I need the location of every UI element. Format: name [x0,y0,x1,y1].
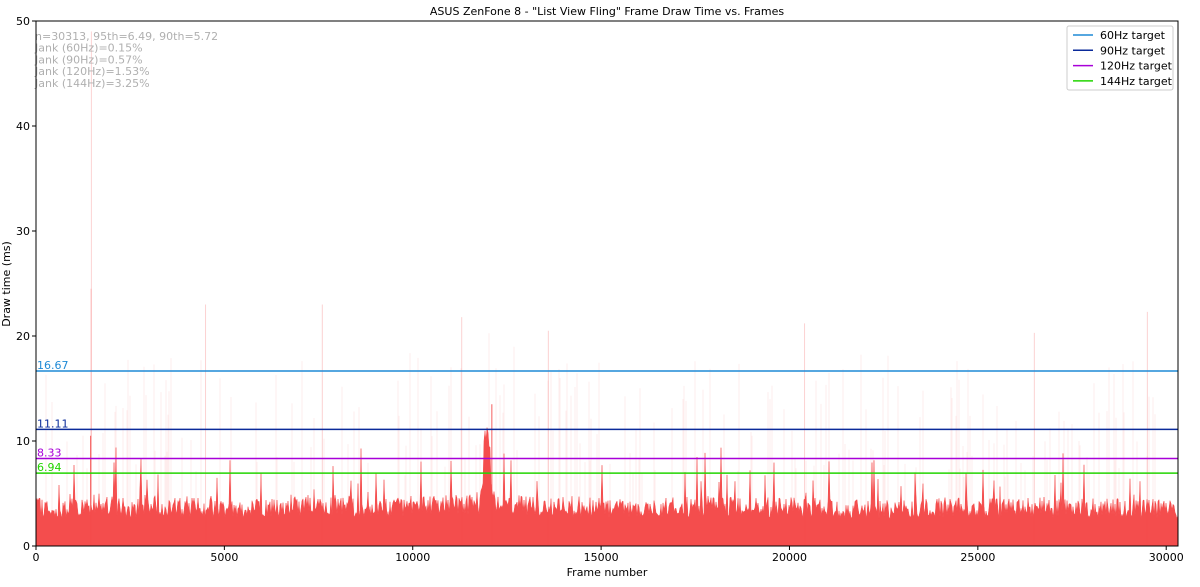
y-tick-label: 10 [16,435,30,448]
target-value-label: 11.11 [37,417,69,430]
x-tick-label: 0 [33,551,40,564]
frame-time-chart: ASUS ZenFone 8 - "List View Fling" Frame… [0,5,1184,579]
x-tick-label: 15000 [584,551,619,564]
legend-entry-label: 90Hz target [1100,44,1166,57]
legend-entry-label: 120Hz target [1100,60,1173,73]
stats-annotation: n=30313, 95th=6.49, 90th=5.72Jank (60Hz)… [34,30,218,90]
y-tick-label: 50 [16,15,30,28]
legend-entry-label: 144Hz target [1100,75,1173,88]
plot-area: 16.67 11.11 8.336.94 [35,31,1179,547]
x-tick-label: 25000 [960,551,995,564]
target-value-label: 8.33 [37,447,62,460]
x-axis-title: Frame number [567,566,648,579]
y-tick-label: 0 [23,540,30,553]
legend-entry-label: 60Hz target [1100,29,1166,42]
y-axis-title: Draw time (ms) [0,241,13,327]
y-tick-label: 20 [16,330,30,343]
target-value-label: 6.94 [37,461,62,474]
x-tick-label: 5000 [210,551,238,564]
chart-container: ASUS ZenFone 8 - "List View Fling" Frame… [0,0,1200,587]
target-value-label: 16.67 [37,359,69,372]
y-tick-label: 30 [16,225,30,238]
x-tick-label: 10000 [395,551,430,564]
y-tick-label: 40 [16,120,30,133]
x-tick-label: 20000 [772,551,807,564]
stats-line: Jank (144Hz)=3.25% [34,77,150,90]
series-frame-draw-time [35,31,1179,547]
chart-title: ASUS ZenFone 8 - "List View Fling" Frame… [430,5,784,18]
x-tick-label: 30000 [1149,551,1184,564]
legend: 60Hz target 90Hz target 120Hz target 144Hz … [1066,25,1174,91]
